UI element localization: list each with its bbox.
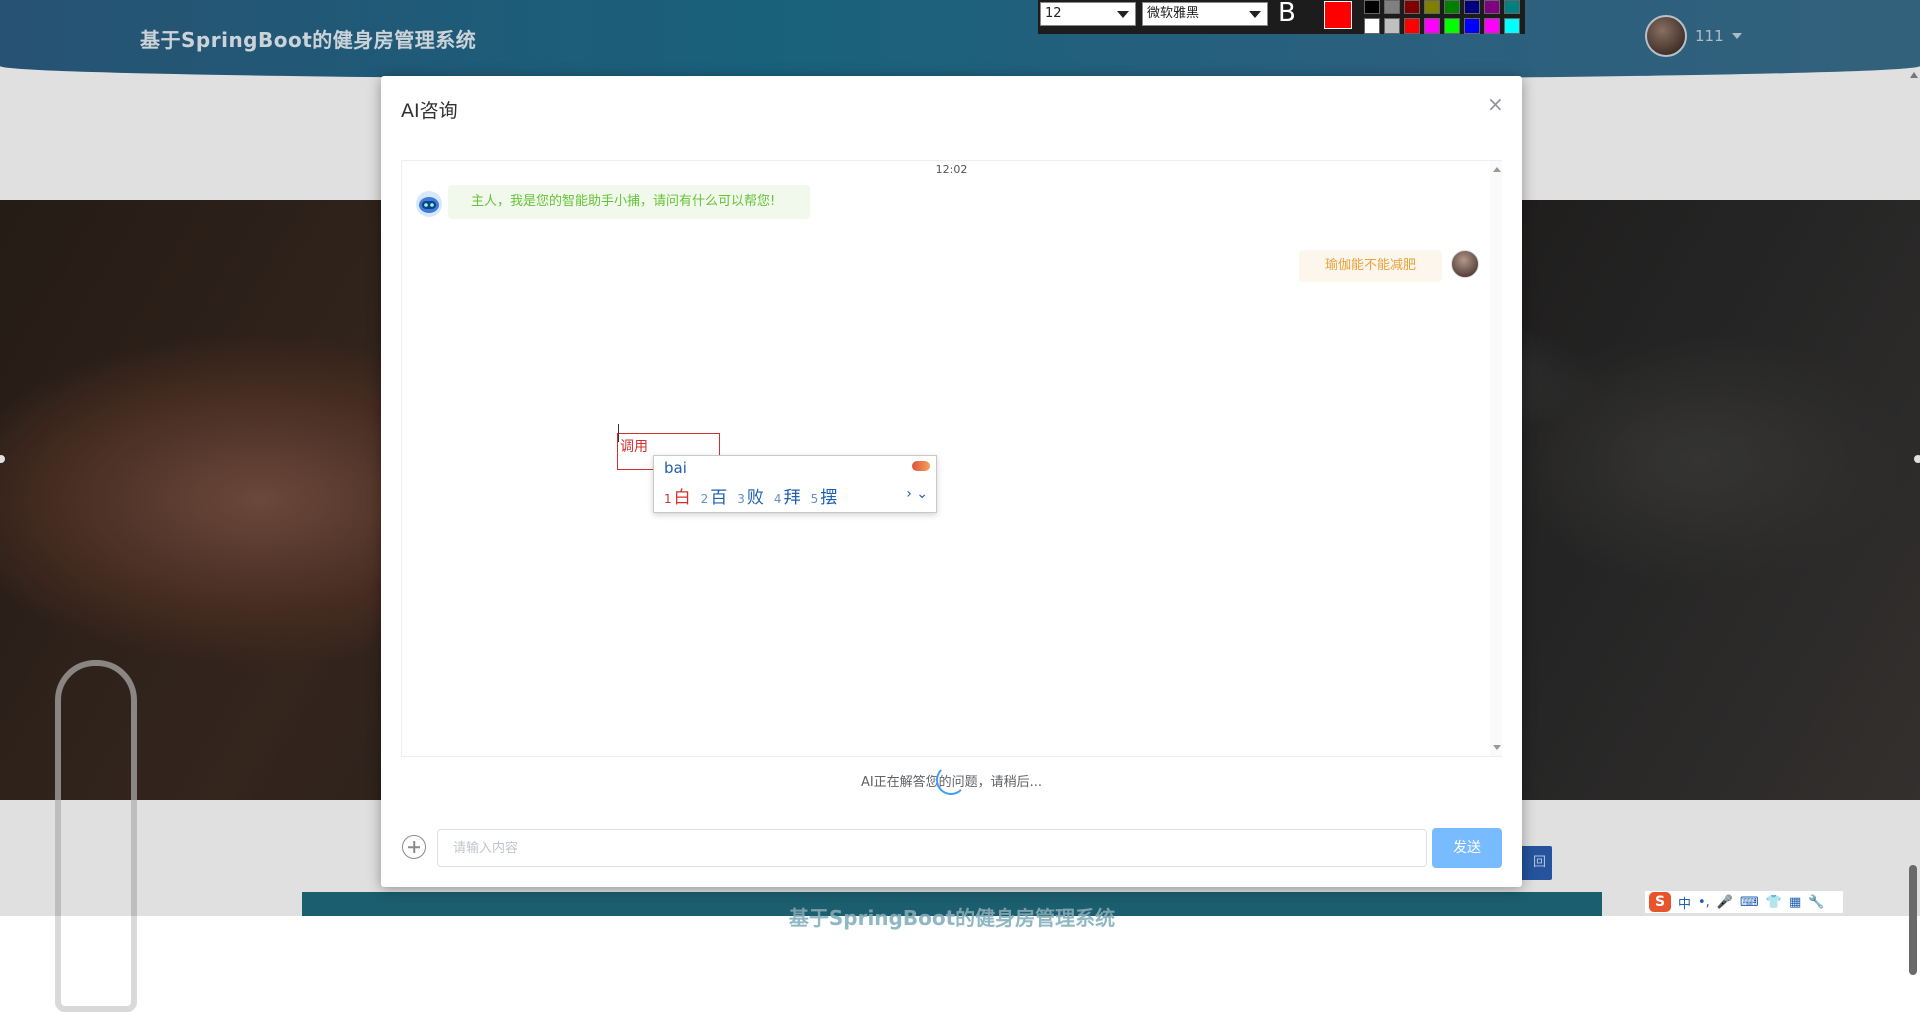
- font-size-select[interactable]: 12: [1040, 2, 1136, 26]
- color-swatch[interactable]: [1464, 0, 1480, 14]
- ime-candidate[interactable]: 2百: [701, 483, 728, 508]
- color-swatch[interactable]: [1364, 0, 1380, 14]
- color-swatch[interactable]: [1444, 18, 1460, 34]
- user-message-bubble: 瑜伽能不能减肥: [1299, 250, 1442, 282]
- dialog-title: AI咨询: [401, 100, 458, 122]
- annotation-toolbar: 12 微软雅黑 B: [1038, 0, 1525, 34]
- scroll-down-arrow-icon[interactable]: [1493, 745, 1501, 750]
- ime-candidate[interactable]: 4拜: [774, 483, 801, 508]
- add-attachment-icon[interactable]: [402, 835, 426, 859]
- color-palette: [1364, 0, 1520, 34]
- ime-pinyin-composition: bai: [664, 459, 687, 477]
- user-chat-avatar: [1451, 250, 1479, 278]
- ime-candidate[interactable]: 1白: [664, 483, 691, 508]
- punctuation-icon[interactable]: •,: [1698, 895, 1710, 910]
- font-family-select[interactable]: 微软雅黑: [1142, 2, 1268, 26]
- color-swatch[interactable]: [1484, 18, 1500, 34]
- color-swatch[interactable]: [1424, 18, 1440, 34]
- ime-candidate[interactable]: 5摆: [811, 483, 838, 508]
- page-scrollbar-thumb[interactable]: [1909, 865, 1917, 975]
- scroll-up-arrow-icon[interactable]: [1493, 167, 1501, 172]
- scroll-up-arrow-icon[interactable]: [1910, 72, 1918, 78]
- ime-skin-icon[interactable]: [912, 461, 930, 471]
- chat-history[interactable]: 12:02 主人，我是您的智能助手小捕，请问有什么可以帮您! 瑜伽能不能减肥: [401, 160, 1502, 757]
- ime-next-page-icon[interactable]: › ⌄: [906, 486, 928, 502]
- color-swatch[interactable]: [1504, 18, 1520, 34]
- color-swatch[interactable]: [1404, 0, 1420, 14]
- ime-candidate-window: bai 1白 2百 3败 4拜 5摆 › ⌄: [653, 455, 937, 513]
- chevron-down-icon: [1249, 11, 1261, 18]
- color-swatch[interactable]: [1384, 18, 1400, 34]
- ime-candidate-list: 1白 2百 3败 4拜 5摆: [664, 483, 837, 508]
- loading-spinner-icon: [936, 765, 966, 795]
- close-icon[interactable]: ×: [1487, 92, 1504, 116]
- chat-message-input[interactable]: [437, 829, 1427, 867]
- current-color-swatch[interactable]: [1324, 1, 1352, 29]
- bold-button[interactable]: B: [1278, 0, 1296, 28]
- chevron-down-icon: [1117, 11, 1129, 18]
- color-swatch[interactable]: [1504, 0, 1520, 14]
- text-cursor-icon: [618, 424, 619, 442]
- skin-icon[interactable]: 👕: [1766, 895, 1782, 910]
- ai-consult-dialog: AI咨询 × 12:02 主人，我是您的智能助手小捕，请问有什么可以帮您! 瑜伽…: [381, 76, 1522, 887]
- ime-status-tray: S 中 •, 🎤 ⌨ 👕 ▦ 🔧: [1644, 890, 1844, 914]
- color-swatch[interactable]: [1404, 18, 1420, 34]
- robot-avatar-icon: [416, 191, 442, 217]
- color-swatch[interactable]: [1464, 18, 1480, 34]
- chat-scrollbar[interactable]: [1490, 161, 1502, 756]
- bot-message-bubble: 主人，我是您的智能助手小捕，请问有什么可以帮您!: [448, 185, 810, 219]
- chinese-mode-icon[interactable]: 中: [1678, 893, 1691, 912]
- settings-icon[interactable]: 🔧: [1808, 895, 1824, 910]
- microphone-icon[interactable]: 🎤: [1717, 895, 1733, 910]
- color-swatch[interactable]: [1384, 0, 1400, 14]
- page-scrollbar[interactable]: [1908, 60, 1918, 975]
- keyboard-icon[interactable]: ⌨: [1740, 895, 1759, 910]
- toolbox-icon[interactable]: ▦: [1789, 895, 1801, 910]
- color-swatch[interactable]: [1484, 0, 1500, 14]
- color-swatch[interactable]: [1424, 0, 1440, 14]
- send-button[interactable]: 发送: [1432, 828, 1502, 868]
- ime-candidate[interactable]: 3败: [737, 483, 764, 508]
- sogou-logo-icon[interactable]: S: [1649, 892, 1671, 912]
- color-swatch[interactable]: [1364, 18, 1380, 34]
- message-timestamp: 12:02: [935, 163, 968, 176]
- annotation-text: 调用: [620, 439, 648, 455]
- color-swatch[interactable]: [1444, 0, 1460, 14]
